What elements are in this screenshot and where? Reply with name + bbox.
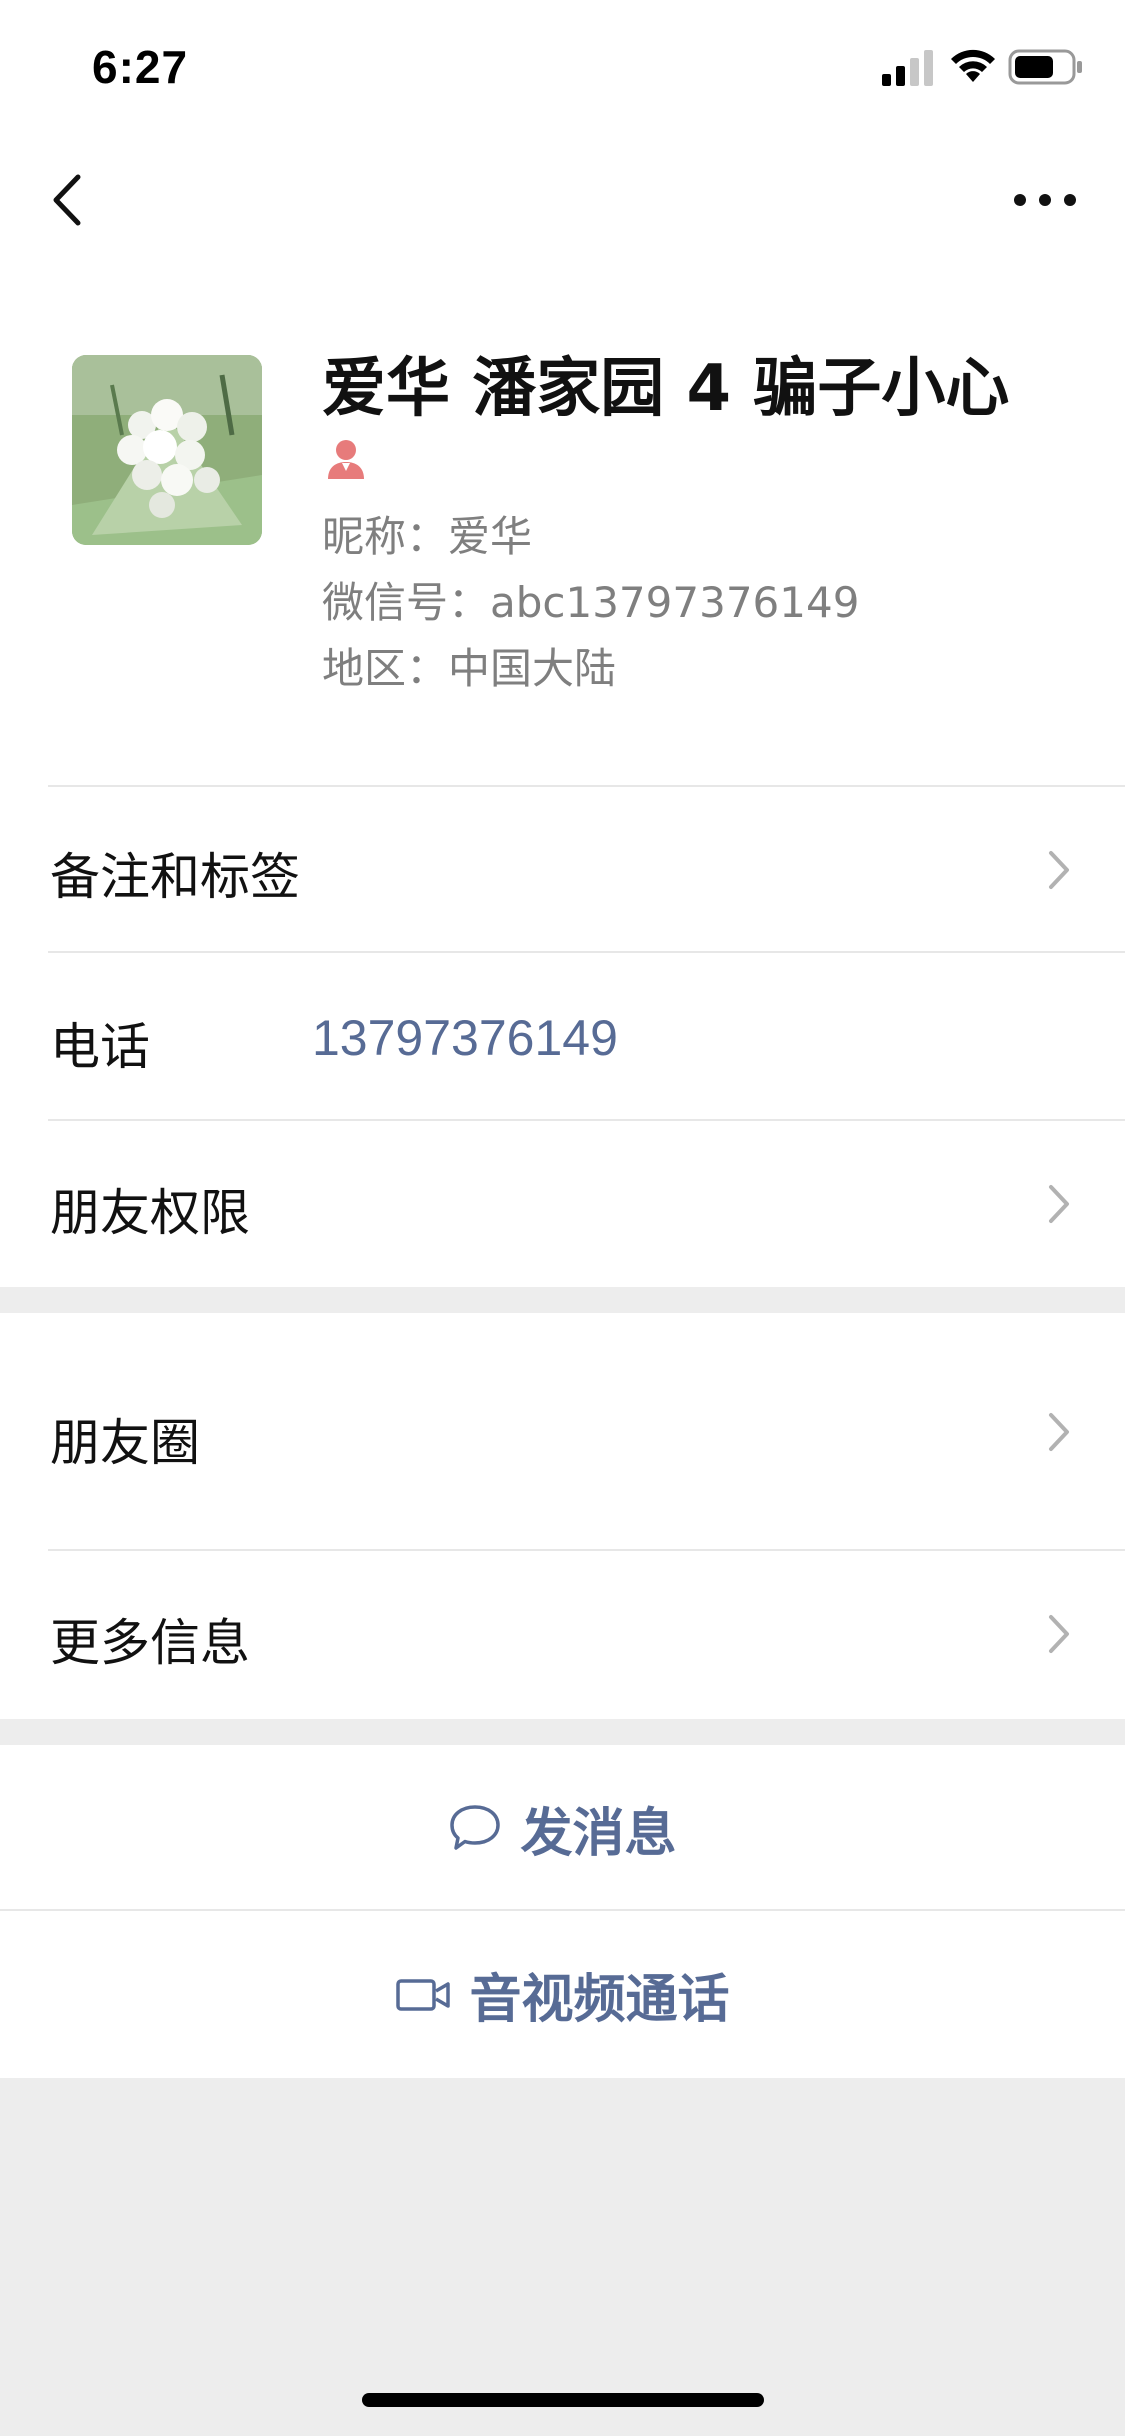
- chevron-right-icon: [1049, 851, 1069, 889]
- more-options-button[interactable]: [1000, 175, 1090, 225]
- more-info-label: 更多信息: [50, 1614, 250, 1672]
- remarks-tags-row[interactable]: 备注和标签: [0, 785, 1125, 953]
- cellular-signal-icon: [882, 50, 933, 86]
- nickname-text: 昵称：爱华: [322, 512, 533, 561]
- region-text: 地区：中国大陆: [322, 644, 617, 693]
- female-icon: [328, 440, 364, 479]
- moments-label: 朋友圈: [50, 1414, 200, 1472]
- friend-permissions-row[interactable]: 朋友权限: [0, 1121, 1125, 1287]
- more-info-row[interactable]: 更多信息: [0, 1551, 1125, 1719]
- navigation-bar: [0, 135, 1125, 265]
- chevron-right-icon: [1049, 1615, 1069, 1653]
- phone-number-link[interactable]: 13797376149: [312, 1009, 618, 1067]
- phone-label: 电话: [50, 1018, 150, 1076]
- video-camera-icon: [396, 1978, 451, 2011]
- friend-permissions-label: 朋友权限: [50, 1184, 250, 1242]
- display-name: 爱华 潘家园 4 骗子小心: [322, 352, 1010, 426]
- send-message-label: 发消息: [520, 1803, 677, 1864]
- home-indicator: [362, 2393, 764, 2407]
- video-call-button[interactable]: 音视频通话: [0, 1911, 1125, 2078]
- divider: [48, 785, 1125, 787]
- video-call-content: 音视频通话: [0, 1911, 1125, 2078]
- chevron-right-icon: [1049, 1185, 1069, 1223]
- status-bar: 6:27: [0, 0, 1125, 135]
- chat-bubble-icon: [450, 1805, 501, 1850]
- video-call-label: 音视频通话: [469, 1970, 730, 2030]
- phone-row: 电话 13797376149: [0, 953, 1125, 1121]
- moments-row[interactable]: 朋友圈: [0, 1313, 1125, 1551]
- avatar[interactable]: [72, 355, 262, 545]
- status-time: 6:27: [92, 41, 189, 93]
- send-message-content: 发消息: [0, 1745, 1125, 1911]
- back-button[interactable]: [40, 165, 100, 235]
- wechat-id-text: 微信号：abc13797376149: [322, 578, 860, 627]
- contact-profile-screen: 6:27 爱华 潘家园 4 骗子小心 昵称：爱华 微信号：abc13797376…: [0, 0, 1125, 2436]
- profile-header: 爱华 潘家园 4 骗子小心 昵称：爱华 微信号：abc13797376149 地…: [0, 265, 1125, 785]
- send-message-button[interactable]: 发消息: [0, 1745, 1125, 1911]
- remarks-tags-label: 备注和标签: [50, 848, 300, 906]
- wifi-icon: [951, 49, 995, 82]
- chevron-right-icon: [1049, 1413, 1069, 1451]
- battery-icon: [1008, 49, 1082, 85]
